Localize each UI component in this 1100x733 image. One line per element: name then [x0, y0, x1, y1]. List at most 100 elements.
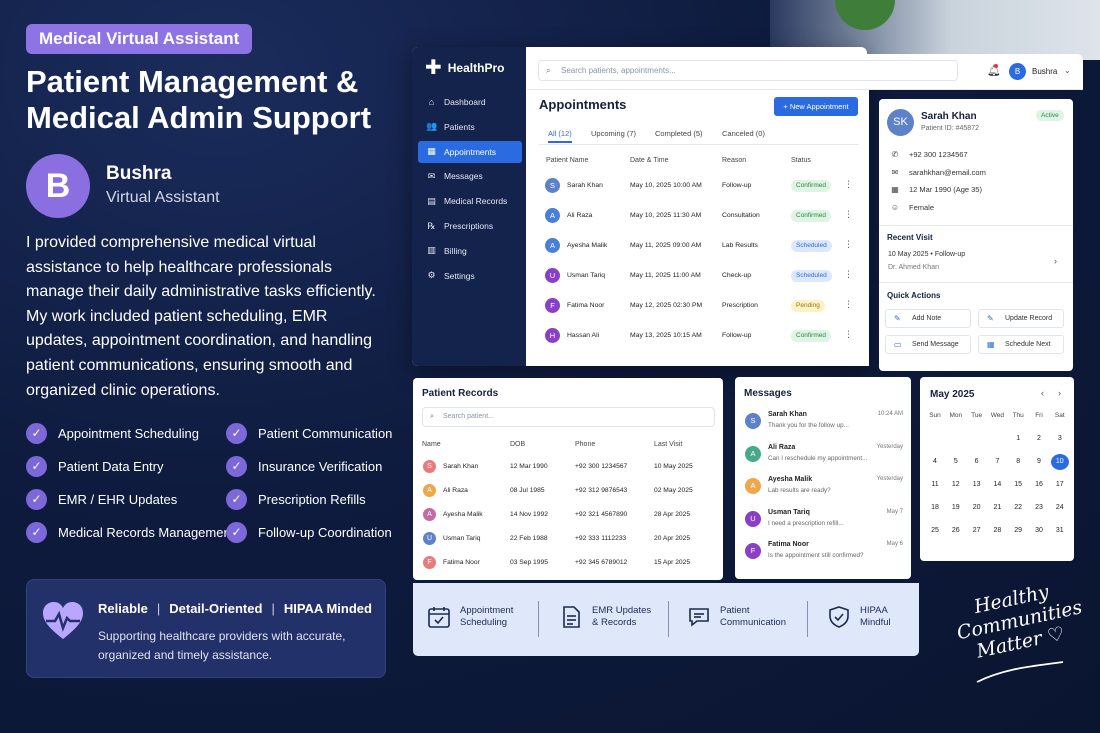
- sidebar-item-label: Appointments: [444, 146, 496, 157]
- calendar-day[interactable]: 11: [926, 477, 944, 493]
- chevron-right-icon[interactable]: ›: [1054, 256, 1057, 266]
- message-item[interactable]: A Ayesha Malik Lab results are ready? Yeste…: [735, 473, 911, 505]
- document-icon: [563, 606, 580, 628]
- calendar-day[interactable]: 2: [1030, 431, 1048, 447]
- calendar-day[interactable]: 24: [1051, 500, 1069, 516]
- calendar-day[interactable]: 1: [1009, 431, 1027, 447]
- calendar-day[interactable]: 27: [968, 523, 986, 539]
- divider: [879, 225, 1073, 226]
- sidebar-item-patients[interactable]: 👥 Patients: [418, 116, 522, 138]
- sidebar-item-medical-records[interactable]: ▤ Medical Records: [418, 190, 522, 212]
- table-row[interactable]: U Usman Tariq 22 Feb 1988 +92 333 1112233 20…: [418, 527, 718, 551]
- more-vertical-icon[interactable]: ⋮: [844, 239, 853, 250]
- profile-avatar: B: [26, 154, 90, 218]
- calendar-day[interactable]: 5: [947, 454, 965, 470]
- calendar-day[interactable]: 4: [926, 454, 944, 470]
- table-row[interactable]: U Usman Tariq May 11, 2025 11:00 AM Check-u…: [539, 261, 859, 291]
- avatar: F: [423, 556, 436, 569]
- patient-name: Ali Raza: [567, 212, 593, 219]
- calendar-day[interactable]: 20: [968, 500, 986, 516]
- more-vertical-icon[interactable]: ⋮: [844, 329, 853, 340]
- table-row[interactable]: A Ali Raza 08 Jul 1985 +92 312 9876543 02 Ma…: [418, 479, 718, 503]
- message-item[interactable]: F Fatima Noor Is the appointment still con…: [735, 538, 911, 570]
- avatar: F: [745, 543, 761, 559]
- search-icon: ⌕: [430, 413, 434, 420]
- table-row[interactable]: F Fatima Noor May 12, 2025 02:30 PM Prescri…: [539, 291, 859, 321]
- calendar-day[interactable]: 16: [1030, 477, 1048, 493]
- sidebar-item-settings[interactable]: ⚙ Settings: [418, 265, 522, 287]
- sidebar-item-billing[interactable]: ▥ Billing: [418, 240, 522, 262]
- quick-action-schedule-next-button[interactable]: ▦ Schedule Next: [978, 335, 1064, 354]
- skill-label: EMR / EHR Updates: [58, 492, 178, 507]
- chevron-down-icon[interactable]: ⌄: [1064, 66, 1071, 75]
- divider: [538, 601, 539, 637]
- calendar-day[interactable]: 31: [1051, 523, 1069, 539]
- records-search-input[interactable]: ⌕ Search patient...: [422, 407, 715, 427]
- sidebar-item-messages[interactable]: ✉ Messages: [418, 165, 522, 187]
- calendar-day[interactable]: 23: [1030, 500, 1048, 516]
- sidebar-item-dashboard[interactable]: ⌂ Dashboard: [418, 91, 522, 113]
- message-item[interactable]: S Sarah Khan Thank you for the follow up..…: [735, 408, 911, 440]
- calendar-day[interactable]: 9: [1030, 454, 1048, 470]
- calendar-day[interactable]: 18: [926, 500, 944, 516]
- new-appointment-button[interactable]: + New Appointment: [774, 97, 858, 116]
- calendar-day[interactable]: 21: [988, 500, 1006, 516]
- chevron-right-icon[interactable]: ›: [1058, 388, 1061, 398]
- tab-upcoming[interactable]: Upcoming (7): [591, 129, 636, 138]
- calendar-day[interactable]: 26: [947, 523, 965, 539]
- calendar-day[interactable]: 10: [1050, 454, 1069, 470]
- table-row[interactable]: S Sarah Khan May 10, 2025 10:00 AM Follow-u…: [539, 171, 859, 201]
- calendar-day[interactable]: 22: [1009, 500, 1027, 516]
- message-item[interactable]: A Ali Raza Can I reschedule my appointment…: [735, 441, 911, 473]
- calendar-day[interactable]: 6: [968, 454, 986, 470]
- global-search-input[interactable]: ⌕ Search patients, appointments...: [538, 60, 958, 81]
- tab-completed[interactable]: Completed (5): [655, 129, 703, 138]
- skill-item: ✓ Patient Data Entry: [26, 456, 164, 477]
- calendar-day[interactable]: 30: [1030, 523, 1048, 539]
- record-phone: +92 300 1234567: [575, 463, 628, 470]
- more-vertical-icon[interactable]: ⋮: [844, 209, 853, 220]
- calendar-day[interactable]: 7: [988, 454, 1006, 470]
- calendar-day[interactable]: 28: [988, 523, 1006, 539]
- callout-traits: Reliable | Detail-Oriented | HIPAA Minded: [98, 601, 372, 616]
- chevron-left-icon[interactable]: ‹: [1041, 388, 1044, 398]
- more-vertical-icon[interactable]: ⋮: [844, 179, 853, 190]
- table-row[interactable]: A Ayesha Malik 14 Nov 1992 +92 321 4567890 2…: [418, 503, 718, 527]
- table-row[interactable]: H Hassan Ali May 13, 2025 10:15 AM Follow-u…: [539, 321, 859, 351]
- calendar-day[interactable]: 19: [947, 500, 965, 516]
- calendar-day[interactable]: 3: [1051, 431, 1069, 447]
- tab-all[interactable]: All (12): [548, 129, 572, 143]
- calendar-day[interactable]: 17: [1051, 477, 1069, 493]
- more-vertical-icon[interactable]: ⋮: [844, 269, 853, 280]
- calendar-day[interactable]: 15: [1009, 477, 1027, 493]
- tab-canceled[interactable]: Canceled (0): [722, 129, 765, 138]
- quick-actions-title: Quick Actions: [887, 291, 941, 300]
- message-item[interactable]: U Usman Tariq I need a prescription refill…: [735, 506, 911, 538]
- quick-action-send-message-button[interactable]: ▭ Send Message: [885, 335, 971, 354]
- sidebar-item-prescriptions[interactable]: ℞ Prescriptions: [418, 215, 522, 237]
- table-row[interactable]: A Ali Raza May 10, 2025 11:30 AM Consultati…: [539, 201, 859, 231]
- calendar-day[interactable]: 13: [968, 477, 986, 493]
- table-row[interactable]: A Ayesha Malik May 11, 2025 09:00 AM Lab Re…: [539, 231, 859, 261]
- status-badge: Confirmed: [791, 330, 831, 342]
- skill-label: Medical Records Management: [58, 525, 235, 540]
- chat-icon: ▭: [894, 340, 902, 349]
- table-row[interactable]: F Fatima Noor 03 Sep 1995 +92 345 6789012 15…: [418, 551, 718, 575]
- calendar-day[interactable]: 12: [947, 477, 965, 493]
- quick-action-update-record-button[interactable]: ✎ Update Record: [978, 309, 1064, 328]
- message-sender: Ali Raza: [768, 443, 796, 451]
- calendar-day[interactable]: 25: [926, 523, 944, 539]
- user-avatar[interactable]: B: [1009, 63, 1026, 80]
- calendar-day[interactable]: 8: [1009, 454, 1027, 470]
- table-row[interactable]: S Sarah Khan 12 Mar 1990 +92 300 1234567 10 …: [418, 455, 718, 479]
- more-vertical-icon[interactable]: ⋮: [844, 299, 853, 310]
- calendar-day[interactable]: 29: [1009, 523, 1027, 539]
- category-tag: Medical Virtual Assistant: [26, 24, 253, 54]
- calendar-day[interactable]: 14: [988, 477, 1006, 493]
- quick-action-add-note-button[interactable]: ✎ Add Note: [885, 309, 971, 328]
- skill-item: ✓ Medical Records Management: [26, 522, 234, 543]
- quick-action-label: Schedule Next: [1005, 341, 1051, 348]
- user-name[interactable]: Bushra: [1032, 67, 1057, 76]
- sidebar-item-appointments[interactable]: ▦ Appointments: [418, 140, 522, 163]
- check-icon: ✓: [26, 489, 47, 510]
